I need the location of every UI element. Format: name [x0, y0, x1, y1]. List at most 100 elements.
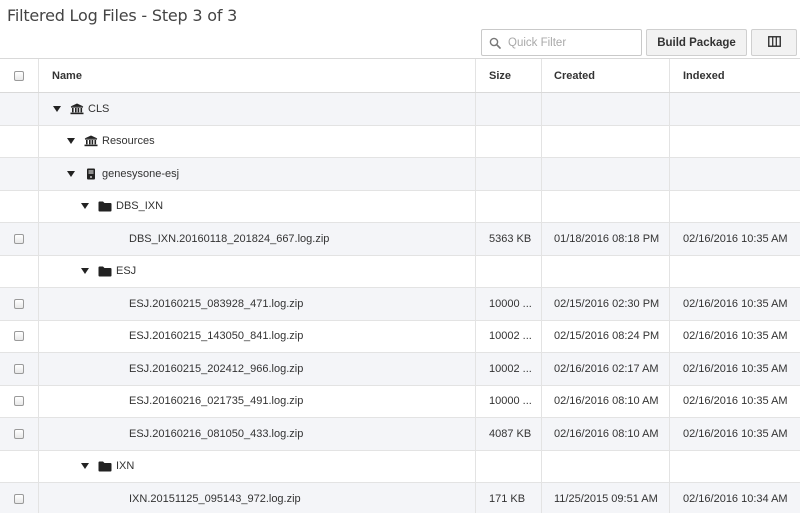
select-all-checkbox[interactable]: [14, 70, 24, 81]
size-cell: [476, 255, 542, 287]
row-checkbox[interactable]: [14, 331, 24, 342]
created-cell: [542, 190, 670, 222]
file-name: DBS_IXN.20160118_201824_667.log.zip: [129, 232, 330, 245]
row-select-cell: [0, 288, 39, 320]
grid-header: Name Size Created Indexed: [0, 59, 800, 93]
indexed-cell: 02/16/2016 10:35 AM: [683, 427, 788, 440]
created-cell: [542, 93, 670, 125]
folder-row[interactable]: ESJ: [0, 255, 800, 288]
row-select-cell: [0, 450, 39, 482]
row-select-cell: [0, 483, 39, 513]
indexed-cell: [670, 451, 800, 483]
page-title: Filtered Log Files - Step 3 of 3: [7, 6, 238, 25]
name-cell: ESJ.20160216_021735_491.log.zip: [39, 385, 476, 417]
columns-icon: [767, 35, 781, 50]
file-row[interactable]: IXN.20151125_095143_972.log.zip 171 KB 11/…: [0, 483, 800, 513]
row-select-cell: [0, 255, 39, 287]
caret-down-icon[interactable]: [81, 463, 89, 470]
caret-down-icon[interactable]: [81, 268, 89, 275]
indexed-cell: [670, 158, 800, 190]
name-cell: IXN.20151125_095143_972.log.zip: [39, 483, 476, 513]
row-checkbox[interactable]: [14, 363, 24, 374]
build-package-button[interactable]: Build Package: [646, 29, 747, 56]
size-cell: [476, 158, 542, 190]
folder-name: Resources: [102, 135, 155, 148]
caret-down-icon[interactable]: [53, 105, 61, 112]
folder-row[interactable]: CLS: [0, 93, 800, 126]
folder-row[interactable]: IXN: [0, 450, 800, 483]
folder-row[interactable]: DBS_IXN: [0, 190, 800, 223]
created-cell: [542, 158, 670, 190]
folder-name: CLS: [88, 102, 110, 115]
bank-icon: [70, 103, 84, 115]
folder-row[interactable]: Resources: [0, 125, 800, 158]
size-cell: [476, 93, 542, 125]
indexed-cell: [670, 126, 800, 158]
column-header-size[interactable]: Size: [476, 59, 542, 92]
row-select-cell: [0, 93, 39, 125]
quick-filter-box[interactable]: [481, 29, 642, 56]
indexed-cell: 02/16/2016 10:35 AM: [683, 362, 788, 375]
file-row[interactable]: ESJ.20160215_143050_841.log.zip 10002 ...…: [0, 320, 800, 353]
row-select-cell: [0, 320, 39, 352]
file-name: ESJ.20160216_021735_491.log.zip: [129, 395, 304, 408]
file-row[interactable]: ESJ.20160215_202412_966.log.zip 10002 ...…: [0, 353, 800, 386]
column-header-indexed[interactable]: Indexed: [670, 59, 800, 92]
row-checkbox[interactable]: [14, 396, 24, 407]
created-cell: 02/16/2016 08:10 AM: [542, 385, 670, 417]
name-cell: CLS: [39, 93, 476, 125]
columns-button[interactable]: [751, 29, 797, 56]
column-header-name[interactable]: Name: [39, 59, 476, 92]
created-cell: 01/18/2016 08:18 PM: [542, 223, 670, 255]
folder-name: IXN: [116, 460, 135, 473]
row-checkbox[interactable]: [14, 428, 24, 439]
file-name: ESJ.20160215_143050_841.log.zip: [129, 330, 304, 343]
created-cell: 02/15/2016 02:30 PM: [542, 288, 670, 320]
log-files-grid: Name Size Created Indexed CLS Resources ge…: [0, 58, 800, 513]
row-select-cell: [0, 190, 39, 222]
created-cell: [542, 450, 670, 482]
indexed-cell: 02/16/2016 10:34 AM: [683, 492, 788, 505]
grid-body: CLS Resources genesysone-esj DBS_IXN DBS_IXN…: [0, 93, 800, 513]
file-row[interactable]: ESJ.20160215_083928_471.log.zip 10000 ...…: [0, 288, 800, 321]
row-select-cell: [0, 418, 39, 450]
caret-down-icon[interactable]: [67, 138, 75, 145]
created-cell: 02/15/2016 08:24 PM: [542, 320, 670, 352]
row-select-cell: [0, 158, 39, 190]
created-cell: [542, 255, 670, 287]
indexed-cell: 02/16/2016 10:35 AM: [683, 330, 788, 343]
row-checkbox[interactable]: [14, 493, 24, 504]
folder-row[interactable]: genesysone-esj: [0, 158, 800, 191]
bank-icon: [84, 135, 98, 147]
header-select-cell: [0, 59, 39, 92]
server-icon: [84, 168, 98, 180]
quick-filter-input[interactable]: [508, 31, 636, 54]
size-cell: 10002 ...: [476, 320, 542, 352]
folder-name: DBS_IXN: [116, 200, 164, 213]
file-row[interactable]: ESJ.20160216_081050_433.log.zip 4087 KB 02…: [0, 418, 800, 451]
size-cell: 4087 KB: [476, 418, 542, 450]
row-select-cell: [0, 353, 39, 385]
name-cell: IXN: [39, 450, 476, 482]
name-cell: DBS_IXN: [39, 190, 476, 222]
file-name: IXN.20151125_095143_972.log.zip: [129, 492, 301, 505]
caret-down-icon[interactable]: [81, 203, 89, 210]
indexed-cell: [670, 256, 800, 288]
indexed-cell: [670, 191, 800, 223]
folder-name: ESJ: [116, 265, 137, 278]
name-cell: ESJ.20160216_081050_433.log.zip: [39, 418, 476, 450]
name-cell: ESJ: [39, 255, 476, 287]
name-cell: ESJ.20160215_202412_966.log.zip: [39, 353, 476, 385]
row-checkbox[interactable]: [14, 298, 24, 309]
file-row[interactable]: ESJ.20160216_021735_491.log.zip 10000 ...…: [0, 385, 800, 418]
row-select-cell: [0, 223, 39, 255]
column-header-created[interactable]: Created: [542, 59, 670, 92]
created-cell: 02/16/2016 08:10 AM: [542, 418, 670, 450]
indexed-cell: [670, 93, 800, 125]
file-name: ESJ.20160215_083928_471.log.zip: [129, 297, 304, 310]
size-cell: 10002 ...: [476, 353, 542, 385]
row-checkbox[interactable]: [14, 233, 24, 244]
caret-down-icon[interactable]: [67, 170, 75, 177]
file-row[interactable]: DBS_IXN.20160118_201824_667.log.zip 5363 …: [0, 223, 800, 256]
folder-icon: [98, 265, 112, 277]
